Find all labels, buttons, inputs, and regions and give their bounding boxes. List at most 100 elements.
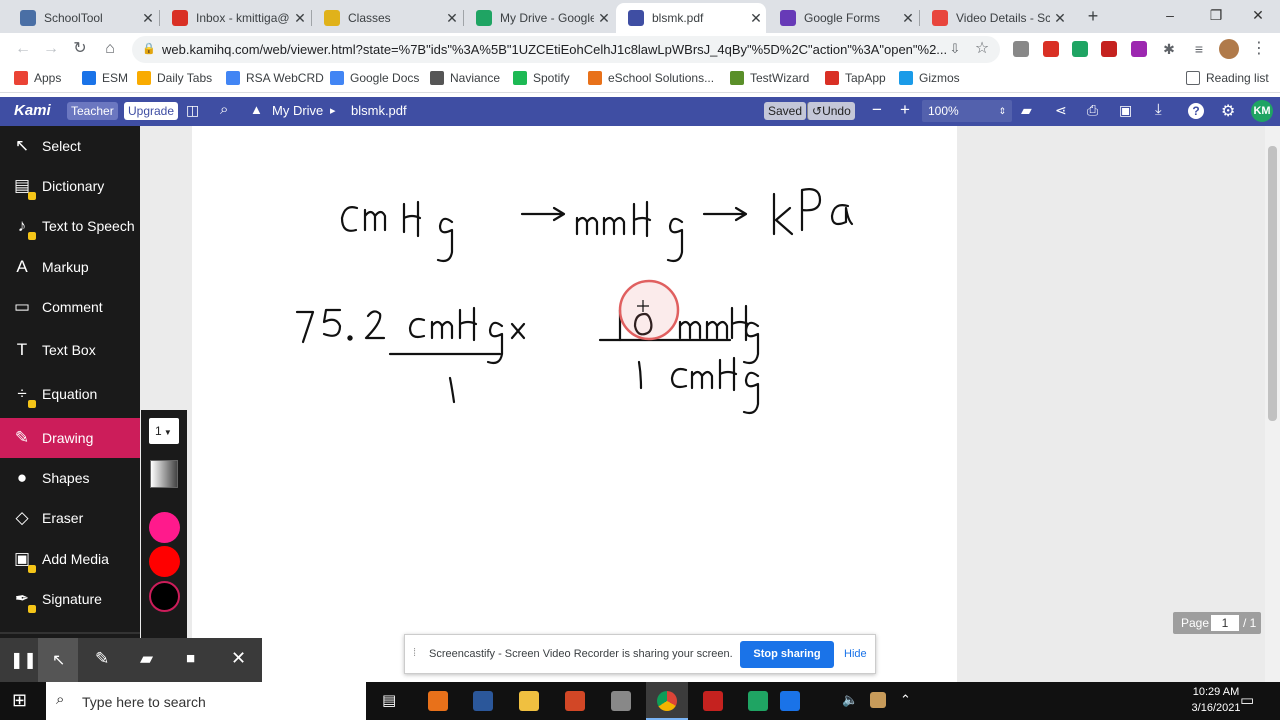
- bookmark-item[interactable]: Apps: [14, 71, 61, 85]
- print-icon[interactable]: ⎙: [1087, 102, 1098, 119]
- bookmark-item[interactable]: Google Docs: [330, 71, 419, 85]
- color-swatch[interactable]: [149, 512, 180, 543]
- sidebar-item-signature[interactable]: ✒ Signature: [0, 579, 140, 619]
- reading-list[interactable]: Reading list: [1186, 71, 1269, 85]
- volume-icon[interactable]: 🔈: [842, 692, 858, 708]
- drive-icon[interactable]: [748, 691, 768, 711]
- app-icon[interactable]: [611, 691, 631, 711]
- windows-start-icon[interactable]: ⊞: [12, 690, 27, 711]
- settings-gear-icon[interactable]: ⚙: [1221, 101, 1235, 121]
- tab-close-icon[interactable]: ✕: [898, 10, 918, 27]
- menu-icon[interactable]: ⋮: [1248, 38, 1270, 60]
- user-avatar[interactable]: KM: [1251, 100, 1273, 122]
- tab-close-icon[interactable]: ✕: [138, 10, 158, 27]
- address-bar[interactable]: 🔒 web.kamihq.com/web/viewer.html?state=%…: [132, 36, 1000, 63]
- breadcrumb-drive[interactable]: My Drive: [272, 103, 323, 118]
- bookmark-item[interactable]: ESM: [82, 71, 128, 85]
- page-number-input[interactable]: 1: [1211, 615, 1239, 631]
- tab-close-icon[interactable]: ✕: [1050, 10, 1070, 27]
- pdf-page[interactable]: [192, 126, 957, 682]
- tab-close-icon[interactable]: ✕: [290, 10, 310, 27]
- extension-icon[interactable]: [1131, 41, 1147, 57]
- file-explorer-icon[interactable]: [519, 691, 539, 711]
- tab-close-icon[interactable]: ✕: [746, 10, 766, 27]
- sidebar-item-text-to-speech[interactable]: ♪ Text to Speech: [0, 206, 140, 246]
- sidebar-item-drawing[interactable]: ✎ Drawing: [0, 418, 140, 458]
- tray-icon[interactable]: [870, 692, 886, 708]
- word-icon[interactable]: [473, 691, 493, 711]
- save-icon[interactable]: ▣: [1119, 102, 1132, 119]
- zoom-in-button[interactable]: +: [900, 100, 910, 120]
- bookmark-item[interactable]: eSchool Solutions...: [588, 71, 714, 85]
- notification-icon[interactable]: ▭: [1240, 691, 1254, 709]
- browser-tab[interactable]: blsmk.pdf ✕: [616, 3, 766, 33]
- screencastify-ext-icon[interactable]: [1043, 41, 1059, 57]
- zoom-select[interactable]: 100% ⇕: [922, 100, 1012, 122]
- chrome-taskbar-button[interactable]: [646, 682, 688, 720]
- stroke-size-select[interactable]: 1 ▼: [149, 418, 179, 444]
- scrollbar-thumb[interactable]: [1268, 146, 1277, 421]
- extension-icon[interactable]: [1072, 41, 1088, 57]
- pen-icon[interactable]: ✎: [95, 649, 109, 669]
- task-view-icon[interactable]: ▤: [382, 691, 396, 709]
- sidebar-item-comment[interactable]: ▭ Comment: [0, 287, 140, 327]
- search-icon[interactable]: ⌕: [220, 101, 228, 118]
- app-icon[interactable]: [428, 691, 448, 711]
- share-icon[interactable]: ⋖: [1055, 102, 1067, 119]
- install-icon[interactable]: ⇩: [944, 38, 966, 60]
- acrobat-ext-icon[interactable]: [1101, 41, 1117, 57]
- download-icon[interactable]: ⤓: [1155, 101, 1162, 118]
- sidebar-item-markup[interactable]: A Markup: [0, 247, 140, 287]
- upgrade-button[interactable]: Upgrade: [124, 102, 179, 120]
- browser-tab[interactable]: My Drive - Google ✕: [464, 3, 614, 33]
- tab-close-icon[interactable]: ✕: [442, 10, 462, 27]
- hide-button[interactable]: Hide: [844, 648, 867, 660]
- highlighter-icon[interactable]: ▰: [140, 649, 153, 669]
- undo-button[interactable]: ↺Undo: [807, 102, 855, 120]
- bookmark-item[interactable]: TapApp: [825, 71, 886, 85]
- new-tab-button[interactable]: +: [1082, 5, 1104, 27]
- pause-icon[interactable]: ❚❚: [10, 650, 37, 670]
- bookmark-item[interactable]: TestWizard: [730, 71, 809, 85]
- browser-tab[interactable]: Video Details - Scr ✕: [920, 3, 1070, 33]
- camera-icon[interactable]: ■: [186, 650, 195, 667]
- forward-icon[interactable]: →: [40, 38, 62, 60]
- vertical-scrollbar[interactable]: [1265, 126, 1280, 682]
- browser-tab[interactable]: Google Forms ✕: [768, 3, 918, 33]
- sidebar-item-dictionary[interactable]: ▤ Dictionary: [0, 166, 140, 206]
- taskbar-search-box[interactable]: ⌕ Type here to search: [46, 682, 366, 720]
- bookmark-item[interactable]: Spotify: [513, 71, 570, 85]
- profile-avatar[interactable]: [1219, 39, 1239, 59]
- bookmark-item[interactable]: Daily Tabs: [137, 71, 212, 85]
- stop-sharing-button[interactable]: Stop sharing: [740, 641, 834, 668]
- zoom-out-button[interactable]: −: [872, 100, 882, 120]
- browser-tab[interactable]: Inbox - kmittiga@ ✕: [160, 3, 310, 33]
- reload-icon[interactable]: ↻: [69, 38, 91, 60]
- bookmark-star-icon[interactable]: ☆: [971, 38, 993, 60]
- browser-tab[interactable]: SchoolTool ✕: [8, 3, 158, 33]
- file-name[interactable]: blsmk.pdf: [351, 103, 407, 118]
- chevron-up-icon[interactable]: ⌃: [900, 692, 911, 708]
- acrobat-icon[interactable]: [703, 691, 723, 711]
- sidebar-item-eraser[interactable]: ◇ Eraser: [0, 498, 140, 538]
- opacity-picker[interactable]: [150, 460, 178, 488]
- minimize-button[interactable]: –: [1148, 2, 1192, 28]
- playlist-icon[interactable]: ≡: [1188, 38, 1210, 60]
- close-icon[interactable]: ✕: [231, 648, 246, 669]
- home-icon[interactable]: ⌂: [99, 38, 121, 60]
- defender-icon[interactable]: [780, 691, 800, 711]
- extension-icon[interactable]: [1013, 41, 1029, 57]
- maximize-button[interactable]: ❐: [1194, 2, 1238, 28]
- drag-handle-icon[interactable]: ⁞: [413, 647, 416, 659]
- tab-close-icon[interactable]: ✕: [594, 10, 614, 27]
- browser-tab[interactable]: Classes ✕: [312, 3, 462, 33]
- sidebar-item-equation[interactable]: ÷ Equation: [0, 374, 140, 414]
- sidebar-item-text-box[interactable]: T Text Box: [0, 330, 140, 370]
- back-icon[interactable]: ←: [12, 38, 34, 60]
- select-mode-button[interactable]: ↖: [38, 638, 78, 682]
- sidebar-item-add-media[interactable]: ▣ Add Media: [0, 539, 140, 579]
- powerpoint-icon[interactable]: [565, 691, 585, 711]
- bookmark-item[interactable]: Gizmos: [899, 71, 960, 85]
- color-swatch[interactable]: [149, 581, 180, 612]
- puzzle-icon[interactable]: ✱: [1158, 38, 1180, 60]
